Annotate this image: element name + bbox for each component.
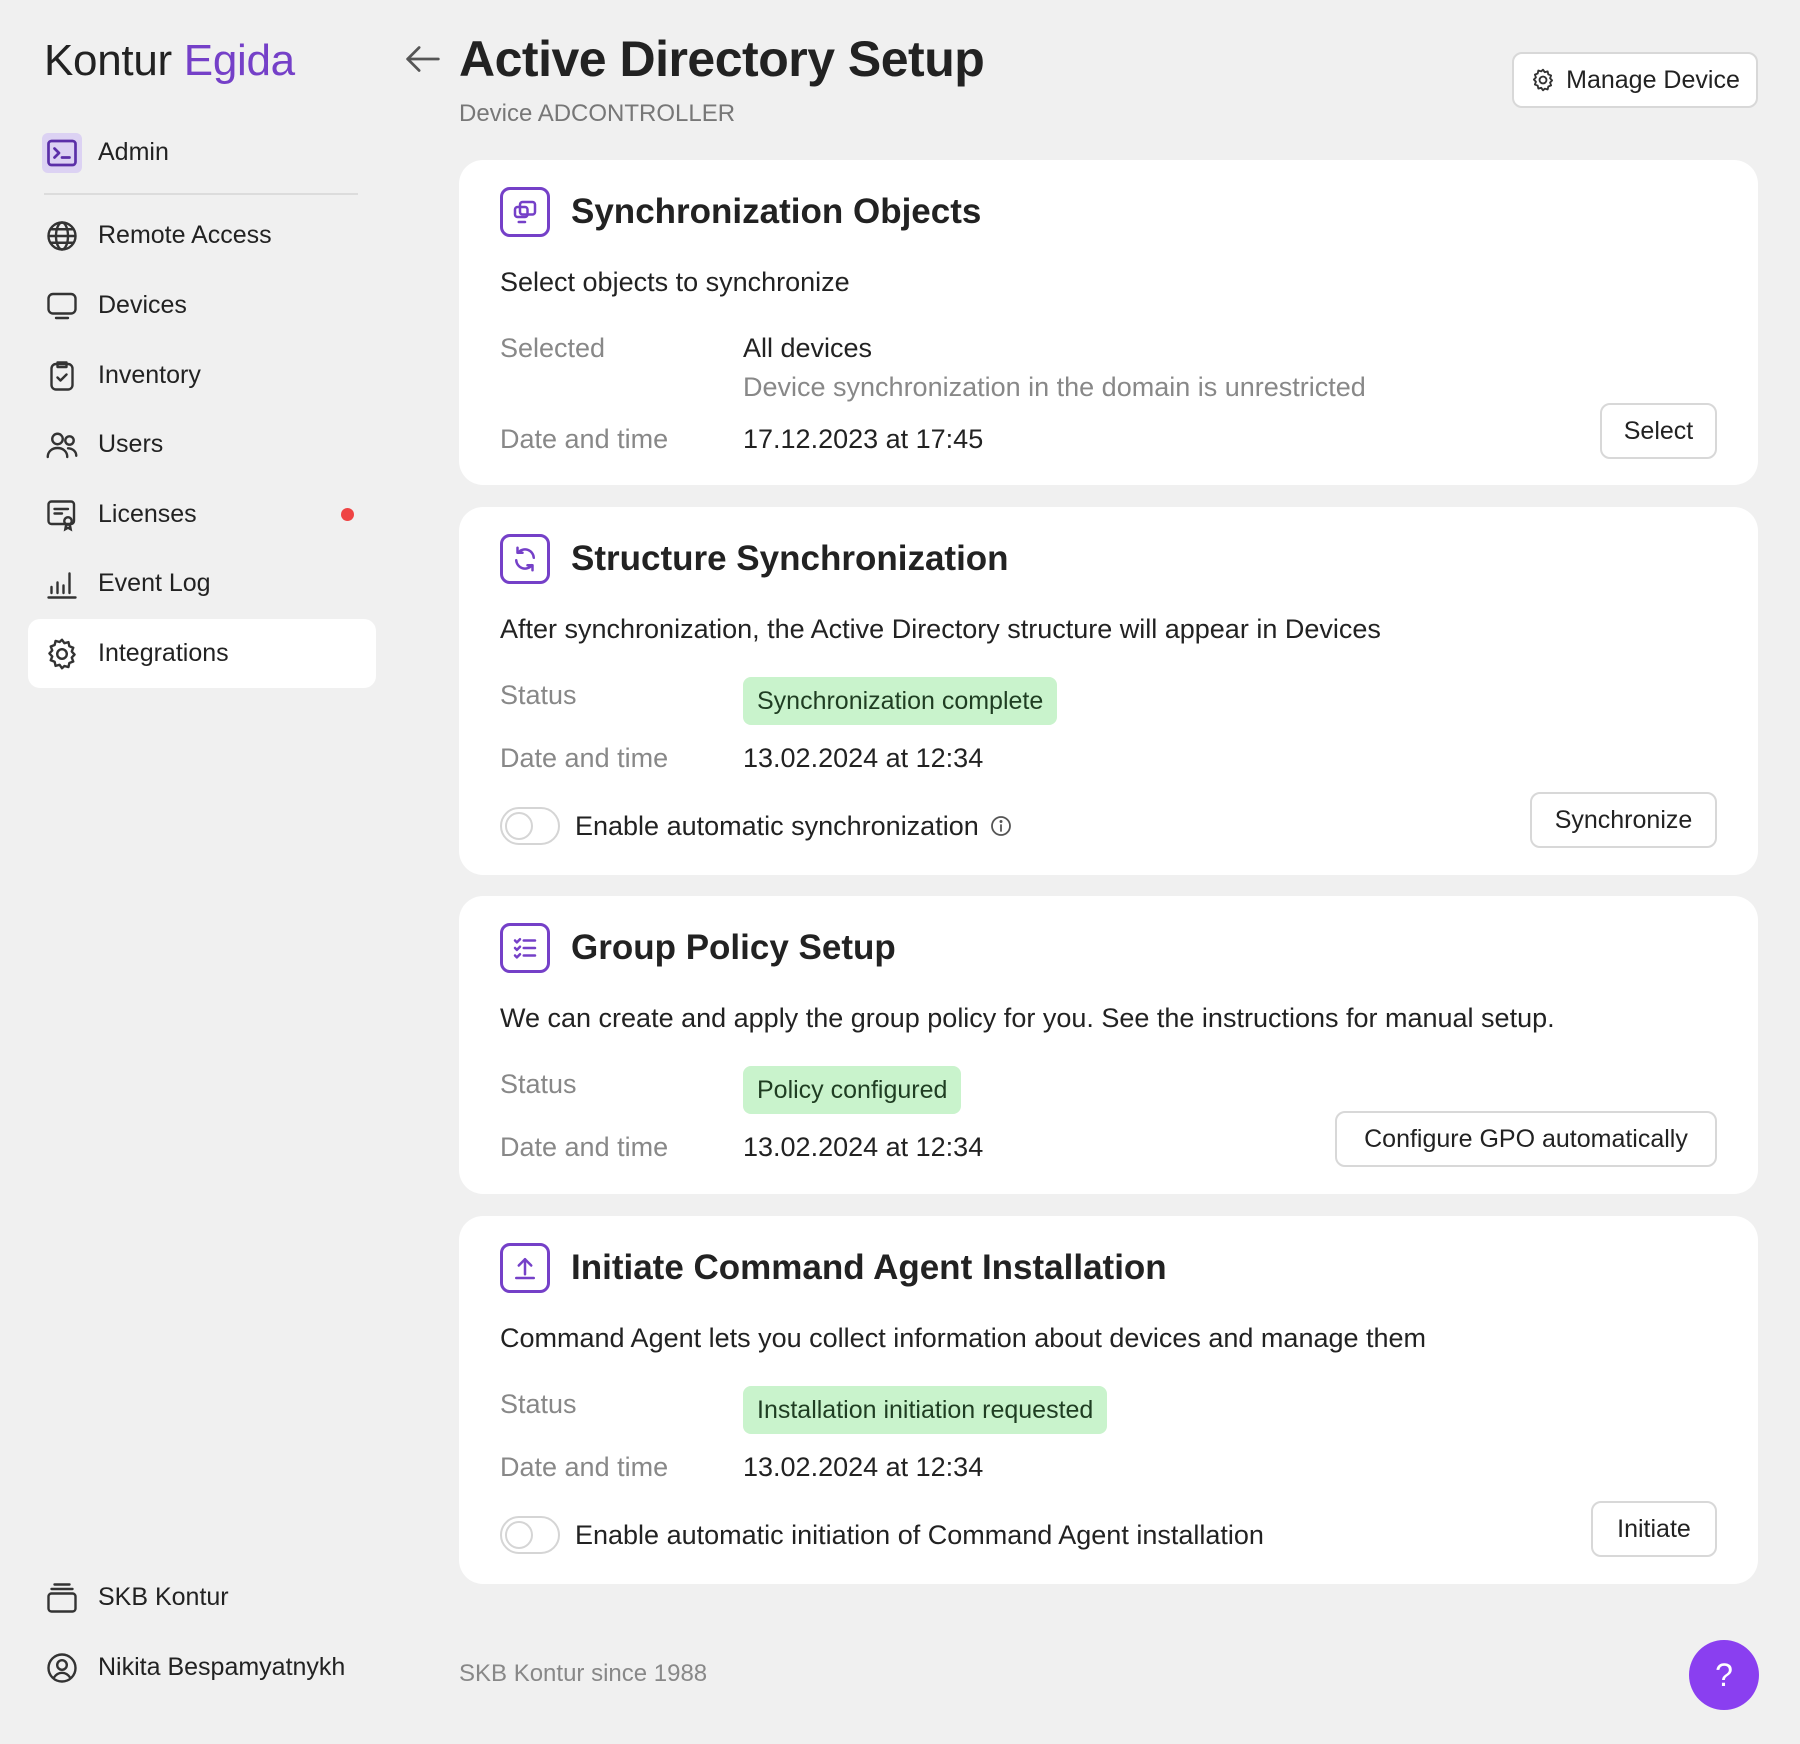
monitor-icon bbox=[42, 286, 82, 326]
structure-sync-card: Structure Synchronization After synchron… bbox=[459, 507, 1758, 875]
auto-sync-toggle-row: Enable automatic synchronization bbox=[500, 807, 1013, 845]
sidebar-item-label: Admin bbox=[98, 138, 169, 166]
auto-sync-toggle[interactable] bbox=[500, 807, 560, 845]
select-button[interactable]: Select bbox=[1600, 403, 1717, 459]
user-circle-icon bbox=[42, 1648, 82, 1688]
users-icon bbox=[42, 425, 82, 465]
terminal-icon bbox=[42, 132, 82, 173]
upload-icon bbox=[500, 1243, 550, 1293]
sidebar-divider bbox=[44, 193, 358, 195]
group-policy-card: Group Policy Setup We can create and app… bbox=[459, 896, 1758, 1194]
selected-label: Selected bbox=[500, 333, 606, 363]
toggle-knob bbox=[505, 1521, 533, 1549]
sidebar-item-label: SKB Kontur bbox=[98, 1583, 229, 1611]
date-label: Date and time bbox=[500, 743, 669, 773]
date-value: 17.12.2023 at 17:45 bbox=[743, 424, 984, 454]
sidebar-item-label: Event Log bbox=[98, 569, 211, 597]
auto-install-label: Enable automatic initiation of Command A… bbox=[575, 1519, 1264, 1550]
sync-objects-card: Synchronization Objects Select objects t… bbox=[459, 160, 1758, 485]
card-header: Initiate Command Agent Installation bbox=[500, 1243, 1167, 1293]
status-label: Status bbox=[500, 680, 577, 710]
card-title: Structure Synchronization bbox=[571, 539, 1009, 578]
globe-icon bbox=[42, 216, 82, 256]
sidebar-item-label: Inventory bbox=[98, 361, 201, 389]
devices-sync-icon bbox=[500, 187, 550, 237]
configure-gpo-button[interactable]: Configure GPO automatically bbox=[1335, 1111, 1717, 1167]
sidebar-item-profile[interactable]: Nikita Bespamyatnykh bbox=[28, 1633, 376, 1702]
status-label: Status bbox=[500, 1389, 577, 1419]
selected-note: Device synchronization in the domain is … bbox=[743, 372, 1366, 402]
sidebar-item-label: Nikita Bespamyatnykh bbox=[98, 1653, 346, 1681]
status-badge: Synchronization complete bbox=[743, 677, 1058, 725]
page-title: Active Directory Setup bbox=[459, 31, 985, 87]
sidebar-item-label: Licenses bbox=[98, 500, 197, 528]
checklist-icon bbox=[500, 923, 550, 973]
back-arrow-icon[interactable] bbox=[400, 36, 446, 82]
sidebar-item-event-log[interactable]: Event Log bbox=[28, 549, 376, 618]
stack-icon bbox=[42, 1578, 82, 1618]
bar-chart-icon bbox=[42, 564, 82, 604]
brand-name: Kontur bbox=[44, 36, 172, 85]
date-value: 13.02.2024 at 12:34 bbox=[743, 743, 984, 773]
card-description: Select objects to synchronize bbox=[500, 267, 850, 297]
card-description: Command Agent lets you collect informati… bbox=[500, 1323, 1427, 1353]
card-title: Synchronization Objects bbox=[571, 192, 982, 231]
brand-product: Egida bbox=[183, 36, 295, 85]
initiate-button[interactable]: Initiate bbox=[1591, 1501, 1717, 1557]
brand-logo[interactable]: Kontur Egida bbox=[44, 36, 295, 86]
sidebar-item-label: Devices bbox=[98, 291, 187, 319]
date-label: Date and time bbox=[500, 1132, 669, 1162]
selected-value: All devices bbox=[743, 333, 873, 363]
sidebar-item-devices[interactable]: Devices bbox=[28, 271, 376, 340]
sidebar-item-label: Users bbox=[98, 430, 164, 458]
notification-dot bbox=[341, 508, 354, 521]
clipboard-check-icon bbox=[42, 356, 82, 396]
manage-device-button[interactable]: Manage Device bbox=[1512, 52, 1758, 108]
license-icon bbox=[42, 495, 82, 535]
sidebar-item-label: Remote Access bbox=[98, 221, 272, 249]
refresh-icon bbox=[500, 534, 550, 584]
sidebar-item-organization[interactable]: SKB Kontur bbox=[28, 1563, 376, 1632]
sidebar-item-admin[interactable]: Admin bbox=[28, 118, 376, 187]
status-badge: Installation initiation requested bbox=[743, 1386, 1108, 1434]
gear-icon bbox=[1533, 68, 1554, 92]
toggle-knob bbox=[505, 812, 533, 840]
page-subtitle: Device ADCONTROLLER bbox=[459, 100, 736, 127]
card-description: We can create and apply the group policy… bbox=[500, 1003, 1555, 1033]
date-label: Date and time bbox=[500, 1452, 669, 1482]
sidebar: Kontur Egida Admin Remote Access Devices… bbox=[0, 0, 390, 1744]
date-value: 13.02.2024 at 12:34 bbox=[743, 1452, 984, 1482]
auto-install-toggle[interactable] bbox=[500, 1516, 560, 1554]
manage-device-label: Manage Device bbox=[1566, 65, 1740, 94]
card-title: Group Policy Setup bbox=[571, 928, 896, 967]
auto-sync-label: Enable automatic synchronization bbox=[575, 810, 979, 841]
agent-install-card: Initiate Command Agent Installation Comm… bbox=[459, 1216, 1758, 1584]
status-badge: Policy configured bbox=[743, 1066, 962, 1114]
footer-text: SKB Kontur since 1988 bbox=[459, 1660, 708, 1687]
gear-icon bbox=[42, 634, 82, 674]
sidebar-item-integrations[interactable]: Integrations bbox=[28, 619, 376, 688]
synchronize-button[interactable]: Synchronize bbox=[1530, 792, 1717, 848]
auto-install-toggle-row: Enable automatic initiation of Command A… bbox=[500, 1516, 1264, 1554]
info-icon[interactable] bbox=[989, 814, 1013, 838]
help-button[interactable]: ? bbox=[1689, 1640, 1759, 1710]
card-header: Group Policy Setup bbox=[500, 923, 896, 973]
sidebar-item-licenses[interactable]: Licenses bbox=[28, 480, 376, 549]
card-description: After synchronization, the Active Direct… bbox=[500, 614, 1381, 644]
card-header: Synchronization Objects bbox=[500, 187, 981, 237]
date-label: Date and time bbox=[500, 424, 669, 454]
sidebar-item-users[interactable]: Users bbox=[28, 410, 376, 479]
sidebar-item-label: Integrations bbox=[98, 639, 229, 667]
date-value: 13.02.2024 at 12:34 bbox=[743, 1132, 984, 1162]
sidebar-item-remote-access[interactable]: Remote Access bbox=[28, 201, 376, 270]
sidebar-item-inventory[interactable]: Inventory bbox=[28, 341, 376, 410]
card-header: Structure Synchronization bbox=[500, 534, 1009, 584]
card-title: Initiate Command Agent Installation bbox=[571, 1248, 1167, 1287]
status-label: Status bbox=[500, 1069, 577, 1099]
